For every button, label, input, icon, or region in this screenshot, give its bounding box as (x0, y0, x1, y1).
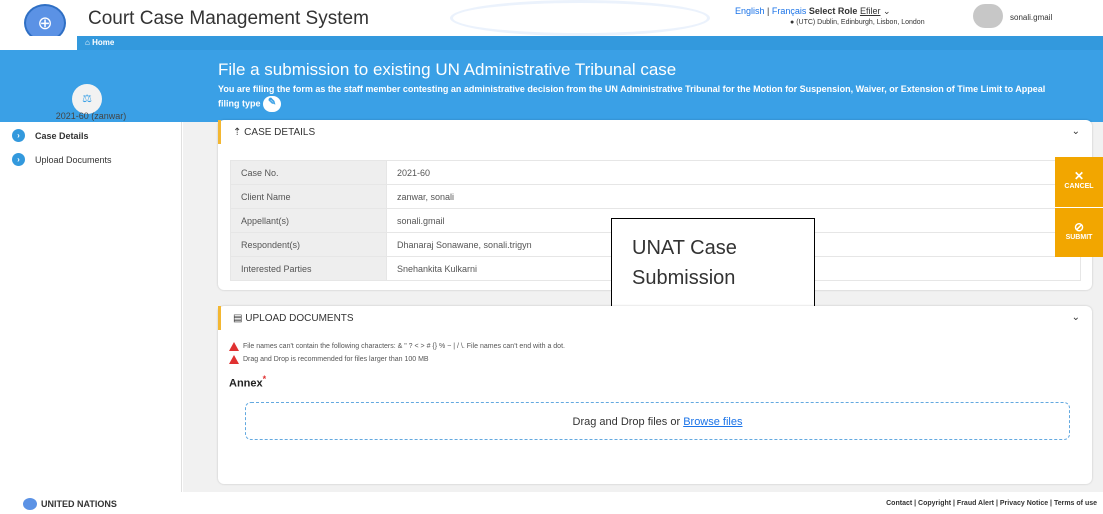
un-logo-small (23, 498, 37, 510)
role-select[interactable]: Efiler (860, 6, 881, 16)
footer-org: UNITED NATIONS (23, 498, 117, 510)
callout-line-1: UNAT Case (632, 237, 737, 259)
description-text: You are filing the form as the staff mem… (218, 84, 1046, 94)
chevron-down-icon[interactable]: ⌄ (1072, 312, 1080, 323)
timezone: ● (UTC) Dublin, Edinburgh, Lisbon, Londo… (790, 19, 925, 26)
sidebar: › Case Details › Upload Documents (0, 122, 182, 492)
chevron-right-icon: › (12, 153, 25, 166)
warning-icon (229, 355, 239, 364)
section-title: UPLOAD DOCUMENTS (245, 312, 354, 324)
section-icon: ⇡ (233, 126, 242, 138)
case-details-header[interactable]: ⇡ CASE DETAILS ⌄ (218, 120, 1092, 144)
footer-links[interactable]: Contact | Copyright | Fraud Alert | Priv… (886, 500, 1097, 507)
table-row: Client Name zanwar, sonali (230, 184, 1081, 209)
annex-text: Annex (229, 377, 263, 390)
language-bar: English | Français Select Role Efiler ⌄ (735, 6, 891, 17)
browse-files-link[interactable]: Browse files (683, 416, 742, 428)
row-value: zanwar, sonali (386, 184, 1081, 209)
row-label: Respondent(s) (230, 232, 387, 257)
scales-icon: ⚖ (72, 84, 102, 114)
username[interactable]: sonali.gmail (1010, 13, 1052, 22)
select-role-label: Select Role (808, 6, 858, 16)
chevron-down-icon[interactable]: ⌄ (1072, 126, 1080, 137)
required-icon: * (262, 374, 267, 384)
upload-documents-header[interactable]: ▤ UPLOAD DOCUMENTS ⌄ (218, 306, 1092, 330)
home-link[interactable]: ⌂ Home (77, 36, 1103, 50)
header-watermark (450, 0, 710, 36)
chevron-right-icon: › (12, 129, 25, 142)
row-label: Case No. (230, 160, 387, 185)
cancel-label: CANCEL (1064, 183, 1094, 190)
english-link[interactable]: English (735, 6, 765, 16)
section-title: CASE DETAILS (244, 126, 316, 138)
drop-text: Drag and Drop files or (572, 416, 684, 428)
warning-text: File names can't contain the following c… (243, 343, 565, 350)
unat-case-submission-callout: UNAT Case Submission (611, 218, 815, 312)
sidebar-item-case-details[interactable]: › Case Details (12, 129, 89, 142)
sidebar-item-label: Case Details (35, 130, 89, 141)
timezone-label: (UTC) Dublin, Edinburgh, Lisbon, London (796, 19, 925, 26)
file-icon: ▤ (233, 312, 243, 324)
action-panel: ✕ CANCEL ⊘ SUBMIT (1055, 157, 1103, 257)
page-description: You are filing the form as the staff mem… (218, 83, 1098, 112)
top-header: ⊕ Court Case Management System English |… (0, 0, 1103, 42)
warning-text: Drag and Drop is recommended for files l… (243, 356, 429, 363)
page-title: File a submission to existing UN Adminis… (218, 60, 677, 79)
chevron-down-icon[interactable]: ⌄ (883, 6, 891, 16)
drop-zone[interactable]: Drag and Drop files or Browse files (245, 402, 1070, 440)
clock-icon: ● (790, 19, 795, 26)
navbar: ⌂ Home (0, 36, 1103, 50)
row-label: Appellant(s) (230, 208, 387, 233)
warning-icon (229, 342, 239, 351)
submit-button[interactable]: ⊘ SUBMIT (1055, 207, 1103, 257)
row-label: Client Name (230, 184, 387, 209)
table-row: Case No. 2021-60 (230, 160, 1081, 185)
row-value: 2021-60 (386, 160, 1081, 185)
home-label: Home (92, 38, 115, 47)
callout-line-2: Submission (632, 267, 736, 289)
close-icon: ✕ (1073, 169, 1085, 183)
app-title: Court Case Management System (88, 8, 369, 29)
sidebar-item-label: Upload Documents (35, 154, 112, 165)
sidebar-item-upload-documents[interactable]: › Upload Documents (12, 153, 112, 166)
lang-separator: | (764, 6, 772, 16)
footer: UNITED NATIONS Contact | Copyright | Fra… (0, 492, 1103, 514)
row-label: Interested Parties (230, 256, 387, 281)
edit-icon[interactable]: ✎ (263, 96, 282, 112)
check-circle-icon: ⊘ (1073, 220, 1085, 234)
case-id: 2021-60 (zanwar) (55, 111, 127, 121)
drag-drop-warning: Drag and Drop is recommended for files l… (229, 355, 429, 364)
file-name-warning: File names can't contain the following c… (229, 342, 565, 351)
annex-label: Annex* (229, 374, 266, 390)
submit-label: SUBMIT (1065, 234, 1093, 241)
upload-documents-card: ▤ UPLOAD DOCUMENTS ⌄ (218, 306, 1092, 484)
avatar[interactable] (973, 4, 1003, 28)
footer-org-name: UNITED NATIONS (41, 499, 117, 509)
cancel-button[interactable]: ✕ CANCEL (1055, 157, 1103, 207)
home-icon: ⌂ (85, 38, 90, 47)
french-link[interactable]: Français (772, 6, 807, 16)
filing-type-label: filing type (218, 98, 261, 109)
